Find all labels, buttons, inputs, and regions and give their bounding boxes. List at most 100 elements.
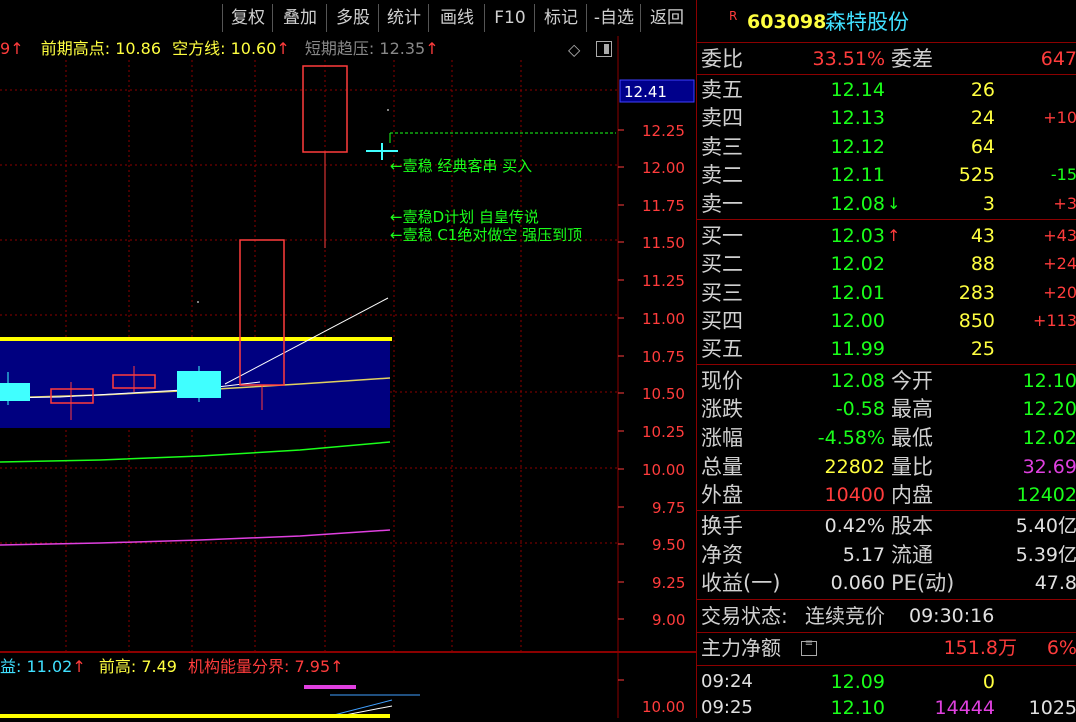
volume-label: 总量 [701,455,743,479]
trade-status-value: 连续竞价 [805,604,885,628]
float-value: 5.39亿 [1015,544,1076,566]
low-value: 12.02 [1022,427,1076,449]
kline-chart[interactable]: ←壹稳 经典客串 买入 ←壹稳D计划 自皇传说 ←壹稳 C1绝对做空 强压到顶 … [0,36,696,718]
candle-down[interactable] [0,383,30,401]
toolbar-button-multi-stock[interactable]: 多股 [326,4,379,32]
bid-row[interactable]: 买五 11.99 25 [697,335,1076,363]
price-tick: 10.75 [642,348,685,366]
toolbar-button-statistics[interactable]: 统计 [378,4,429,32]
price-tick: 10.00 [642,461,685,479]
main-net-row[interactable]: 主力净额 ≡ 151.8万 6% [697,634,1076,662]
stat-row: 外盘 10400 内盘 12402 [697,481,1076,509]
ask-price: 12.11 [830,164,885,186]
divider [697,632,1076,633]
ask-price: 12.13 [830,107,885,129]
bid-row[interactable]: 买一 12.03 ↑ 43 +43 [697,222,1076,250]
share-capital-label: 股本 [891,514,933,538]
price-tick: 9.00 [652,611,685,629]
price-tick: 11.75 [642,197,685,215]
ask-price: 12.12 [830,136,885,158]
bid-row[interactable]: 买二 12.02 88 +24 [697,250,1076,278]
bid-change: +20 [1043,283,1076,302]
lower-first-value: 11.02 [26,657,73,676]
last-price-value: 12.08 [830,370,885,392]
toolbar-button-overlay[interactable]: 叠加 [272,4,327,32]
annotation-short: ←壹稳 C1绝对做空 强压到顶 [390,226,582,244]
candle-up[interactable] [302,65,348,153]
axis-ticks [618,129,624,620]
stock-header: R 603098 森特股份 [697,6,1076,38]
trade-status-time: 09:30:16 [909,605,995,627]
bid-price: 12.01 [830,282,885,304]
high-label: 最高 [891,397,933,421]
dot-marker [387,109,389,111]
bid-change: +24 [1043,254,1076,273]
bid-price: 12.03 [830,225,885,247]
ask-change: +3 [1053,194,1076,213]
ma-green-line [0,441,391,463]
ask-row[interactable]: 卖一 12.08 ↓ 3 +3 [697,190,1076,218]
ask-row[interactable]: 卖五 12.14 26 [697,76,1076,104]
volume-value: 22802 [824,456,885,478]
price-tick: 12.00 [642,159,685,177]
ask-volume: 64 [970,136,995,158]
list-icon[interactable]: ≡ [801,639,817,656]
stock-name: 森特股份 [825,10,909,34]
tick-price: 12.09 [830,671,885,693]
lower-indicator-line: 益: 11.02↑ 前高: 7.49 机构能量分界: 7.95↑ [0,656,344,678]
lower-prev-high-label: 前高: [98,657,137,676]
main-net-pct: 6% [1046,637,1076,659]
up-arrow-icon: ↑ [72,657,86,676]
lower-first-label: 益: [0,657,22,676]
toolbar-button-remove-watchlist[interactable]: -自选 [586,4,641,32]
lower-prev-high-value: 7.49 [141,657,177,676]
bid-label: 买一 [701,224,743,248]
ask-volume: 525 [958,164,995,186]
toolbar-button-mark[interactable]: 标记 [534,4,587,32]
outer-label: 外盘 [701,483,743,507]
stat-row: 总量 22802 量比 32.69 [697,453,1076,481]
quote-panel: R 603098 森特股份 委比 33.51% 委差 647 卖五 12.14 … [696,0,1076,719]
ask-change: -15 [1050,165,1076,184]
weibi-row: 委比 33.51% 委差 647 [697,45,1076,73]
bid-volume: 43 [970,225,995,247]
inst-energy-value: 7.95 [294,657,331,676]
bid-label: 买二 [701,252,743,276]
bid-row[interactable]: 买四 12.00 850 +113 [697,307,1076,335]
annotation-buy: ←壹稳 经典客串 买入 [390,157,532,175]
stat-row: 收益(一) 0.060 PE(动) 47.8 [697,569,1076,597]
bid-row[interactable]: 买三 12.01 283 +20 [697,279,1076,307]
price-tick: 10.50 [642,385,685,403]
toolbar-button-restore-rights[interactable]: 复权 [222,4,273,32]
dot-marker [197,301,199,303]
tick-row[interactable]: 09:24 12.09 0 [697,668,1076,696]
change-pct-label: 涨幅 [701,426,743,450]
candle-down[interactable] [177,371,221,398]
ask-row[interactable]: 卖二 12.11 525 -15 [697,161,1076,189]
current-price-value: 12.41 [624,83,667,101]
turnover-value: 0.42% [824,515,885,537]
ask-row[interactable]: 卖四 12.13 24 +10 [697,104,1076,132]
eps-value: 0.060 [830,572,885,594]
arrow-up-icon: ↑ [887,226,901,245]
bid-volume: 850 [958,310,995,332]
tick-volume: 0 [982,671,995,693]
toolbar-button-back[interactable]: 返回 [640,4,693,32]
toolbar-button-f10[interactable]: F10 [484,4,535,32]
stat-row: 涨幅 -4.58% 最低 12.02 [697,424,1076,452]
price-tick: 10.25 [642,423,685,441]
bid-price: 12.00 [830,310,885,332]
inner-value: 12402 [1016,484,1076,506]
toolbar-button-draw-line[interactable]: 画线 [428,4,485,32]
arrow-down-icon: ↓ [887,194,901,213]
stock-code: 603098 [747,11,827,33]
last-price-label: 现价 [701,369,743,393]
high-value: 12.20 [1022,398,1076,420]
inner-label: 内盘 [891,483,933,507]
ask-row[interactable]: 卖三 12.12 64 [697,133,1076,161]
bid-volume: 88 [970,253,995,275]
indicator-bar [304,685,356,689]
bid-volume: 25 [970,338,995,360]
net-asset-value: 5.17 [842,544,885,566]
main-net-value: 151.8万 [943,637,1017,659]
